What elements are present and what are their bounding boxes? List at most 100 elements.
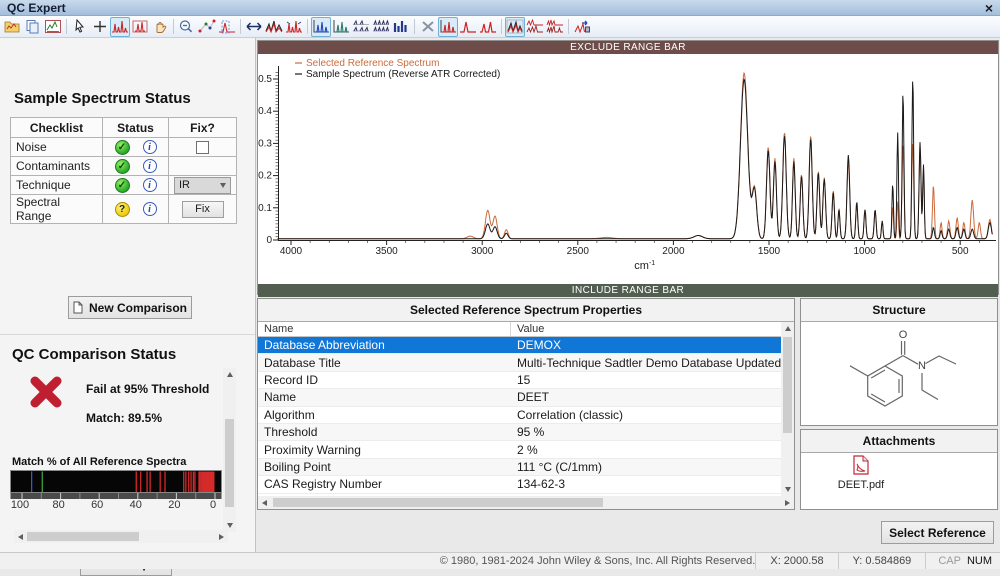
nitrogen-label: N bbox=[918, 360, 926, 372]
status-warning-icon: ? bbox=[115, 202, 130, 217]
checklist-row-spectral-range: Spectral Range?iFix bbox=[11, 195, 237, 224]
svg-text:0.3: 0.3 bbox=[258, 138, 272, 149]
svg-text:0.4: 0.4 bbox=[258, 106, 272, 117]
scroll-thumb[interactable] bbox=[783, 337, 792, 433]
property-row-proximity-warning[interactable]: Proximity Warning2 % bbox=[258, 441, 782, 458]
split-view-icon[interactable] bbox=[331, 17, 351, 37]
exclude-range-bar[interactable]: EXCLUDE RANGE BAR bbox=[258, 41, 998, 54]
open-file-icon[interactable] bbox=[3, 17, 23, 37]
scroll-up-icon[interactable] bbox=[781, 322, 794, 335]
property-row-record-id[interactable]: Record ID15 bbox=[258, 372, 782, 389]
toolbar-separator bbox=[307, 19, 308, 34]
property-row-threshold[interactable]: Threshold95 % bbox=[258, 424, 782, 441]
export-image-icon[interactable] bbox=[43, 17, 63, 37]
scroll-thumb[interactable] bbox=[225, 419, 234, 507]
grid-view-icon[interactable] bbox=[351, 17, 371, 37]
svg-text:0.2: 0.2 bbox=[258, 171, 272, 182]
fix-checkbox[interactable] bbox=[196, 141, 209, 154]
attachments-title: Attachments bbox=[801, 430, 997, 453]
info-icon[interactable]: i bbox=[143, 159, 157, 173]
scroll-up-icon[interactable] bbox=[223, 368, 236, 381]
compare-stack-icon[interactable] bbox=[525, 17, 545, 37]
scroll-left-icon[interactable] bbox=[14, 530, 27, 543]
checklist-table: ChecklistStatusFix? Noise✓iContaminants✓… bbox=[10, 117, 237, 224]
reference-only-view-icon[interactable] bbox=[478, 17, 498, 37]
transfer-icon[interactable] bbox=[572, 17, 592, 37]
scroll-left-icon[interactable] bbox=[258, 496, 271, 509]
checklist-row-contaminants: Contaminants✓i bbox=[11, 157, 237, 176]
svg-text:1500: 1500 bbox=[758, 246, 781, 257]
scroll-thumb[interactable] bbox=[27, 532, 139, 541]
properties-column-name[interactable]: Name bbox=[258, 322, 511, 336]
qc-horizontal-scrollbar[interactable] bbox=[14, 530, 228, 543]
fix-button[interactable]: Fix bbox=[182, 201, 224, 218]
spectrum-chart[interactable]: 4000350030002500200015001000500cm-100.10… bbox=[258, 54, 998, 281]
properties-column-headers[interactable]: NameValue bbox=[258, 322, 782, 337]
structure-title: Structure bbox=[801, 299, 997, 322]
peak-pick-icon[interactable] bbox=[217, 17, 237, 37]
close-icon[interactable]: × bbox=[985, 2, 993, 14]
pan-hand-icon[interactable] bbox=[150, 17, 170, 37]
technique-select[interactable]: IR bbox=[174, 177, 231, 194]
properties-vertical-scrollbar[interactable] bbox=[781, 322, 794, 496]
toolbar-separator bbox=[414, 19, 415, 34]
histogram-view-icon[interactable] bbox=[391, 17, 411, 37]
svg-text:Selected Reference Spectrum: Selected Reference Spectrum bbox=[306, 58, 439, 69]
multi-grid-view-icon[interactable] bbox=[371, 17, 391, 37]
zoom-out-icon[interactable] bbox=[177, 17, 197, 37]
document-icon bbox=[73, 301, 83, 314]
property-row-database-title[interactable]: Database TitleMulti-Technique Sadtler De… bbox=[258, 354, 782, 371]
svg-text:1000: 1000 bbox=[853, 246, 876, 257]
info-icon[interactable]: i bbox=[143, 178, 157, 192]
info-icon[interactable]: i bbox=[143, 140, 157, 154]
zoom-box-icon[interactable] bbox=[130, 17, 150, 37]
hist-tick-label: 80 bbox=[47, 499, 71, 511]
copy-icon[interactable] bbox=[23, 17, 43, 37]
pdf-file-icon[interactable] bbox=[853, 455, 869, 475]
property-row-algorithm[interactable]: AlgorithmCorrelation (classic) bbox=[258, 407, 782, 424]
properties-column-value[interactable]: Value bbox=[511, 322, 782, 336]
cursor-y-readout: Y: 0.584869 bbox=[838, 553, 926, 569]
property-row-name[interactable]: NameDEET bbox=[258, 389, 782, 406]
hist-title: Match % of All Reference Spectra bbox=[12, 456, 186, 468]
properties-horizontal-scrollbar[interactable] bbox=[258, 496, 794, 509]
new-comparison-button[interactable]: New Comparison bbox=[68, 296, 192, 319]
stacked-view-icon[interactable] bbox=[311, 17, 331, 37]
scroll-thumb[interactable] bbox=[273, 498, 603, 507]
hist-tick-label: 60 bbox=[85, 499, 109, 511]
svg-text:2500: 2500 bbox=[567, 246, 590, 257]
scroll-right-icon[interactable] bbox=[215, 530, 228, 543]
svg-text:cm-1: cm-1 bbox=[634, 260, 655, 272]
scroll-down-icon[interactable] bbox=[781, 483, 794, 496]
num-lock-indicator: NUM bbox=[965, 555, 1000, 567]
attachments-panel: Attachments DEET.pdf bbox=[800, 429, 998, 510]
info-icon[interactable]: i bbox=[143, 202, 157, 216]
attachment-file-label[interactable]: DEET.pdf bbox=[831, 479, 891, 491]
include-range-bar[interactable]: INCLUDE RANGE BAR bbox=[258, 284, 998, 297]
toolbar-separator bbox=[66, 19, 67, 34]
sample-only-view-icon[interactable] bbox=[458, 17, 478, 37]
clear-overlay-icon[interactable] bbox=[418, 17, 438, 37]
property-row-boiling-point[interactable]: Boiling Point111 °C (C/1mm) bbox=[258, 459, 782, 476]
data-points-icon[interactable] bbox=[197, 17, 217, 37]
crosshair-icon[interactable] bbox=[90, 17, 110, 37]
reverse-x-axis-icon[interactable] bbox=[244, 17, 264, 37]
status-pass-icon: ✓ bbox=[115, 178, 130, 193]
copyright-text: © 1980, 1981-2024 John Wiley & Sons, Inc… bbox=[440, 555, 756, 567]
single-spectrum-view-icon[interactable] bbox=[438, 17, 458, 37]
normalize-icon[interactable] bbox=[284, 17, 304, 37]
qc-vertical-scrollbar[interactable] bbox=[223, 368, 236, 532]
scroll-right-icon[interactable] bbox=[781, 496, 794, 509]
checklist-row-noise: Noise✓i bbox=[11, 138, 237, 157]
svg-text:Sample Spectrum (Reverse ATR C: Sample Spectrum (Reverse ATR Corrected) bbox=[306, 69, 500, 80]
property-row-database-abbreviation[interactable]: Database AbbreviationDEMOX bbox=[258, 337, 782, 354]
compare-grid-icon[interactable] bbox=[545, 17, 565, 37]
compare-view-icon[interactable] bbox=[505, 17, 525, 37]
svg-text:500: 500 bbox=[952, 246, 969, 257]
overlay-spectra-icon[interactable] bbox=[264, 17, 284, 37]
zoom-region-icon[interactable] bbox=[110, 17, 130, 37]
toolbar-separator bbox=[173, 19, 174, 34]
select-reference-button[interactable]: Select Reference bbox=[881, 521, 994, 544]
select-cursor-icon[interactable] bbox=[70, 17, 90, 37]
property-row-cas-registry-number[interactable]: CAS Registry Number134-62-3 bbox=[258, 476, 782, 493]
